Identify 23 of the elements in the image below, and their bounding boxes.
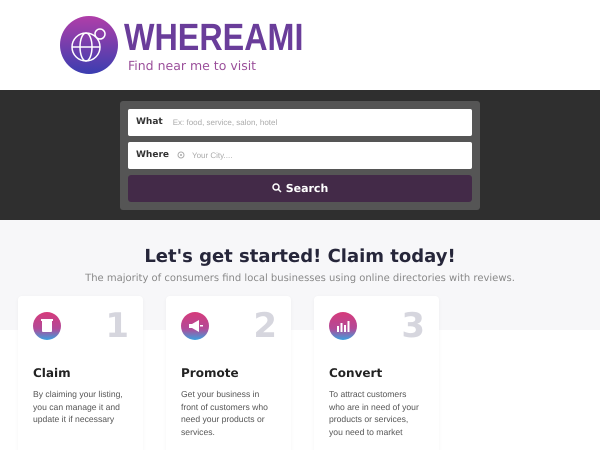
step-title: Promote (181, 366, 240, 380)
location-icon (176, 151, 185, 159)
step-title: Claim (33, 366, 72, 380)
where-input[interactable]: Your City.... (190, 150, 464, 160)
section-title: Let's get started! Claim today! (144, 246, 456, 267)
megaphone-icon (181, 312, 209, 340)
what-field[interactable]: What Ex: food, service, salon, hotel (128, 108, 472, 136)
step-text: By claiming your listing, you can manage it and update it if necessary (33, 388, 124, 426)
search-icon (272, 183, 282, 193)
what-input[interactable]: Ex: food, service, salon, hotel (170, 116, 464, 128)
step-text: To attract customers who are in need of your products or services, you need to market (329, 388, 420, 438)
step-title: Convert (329, 366, 384, 380)
where-label: Where (136, 150, 169, 160)
chart-icon (329, 312, 357, 340)
what-label: What (136, 117, 163, 127)
section-subtitle: The majority of consumers find local businesses using online directories with reviews. (85, 273, 515, 284)
tagline: Find near me to visit (128, 58, 258, 72)
globe-logo-icon (60, 16, 118, 74)
search-button[interactable]: Search (128, 174, 472, 202)
where-field[interactable]: Where Your City.... (128, 142, 472, 168)
step-text: Get your business in front of customers who need your products or services. (181, 388, 269, 438)
document-icon (33, 312, 61, 340)
brand-name: WHEREAMI (124, 18, 304, 58)
